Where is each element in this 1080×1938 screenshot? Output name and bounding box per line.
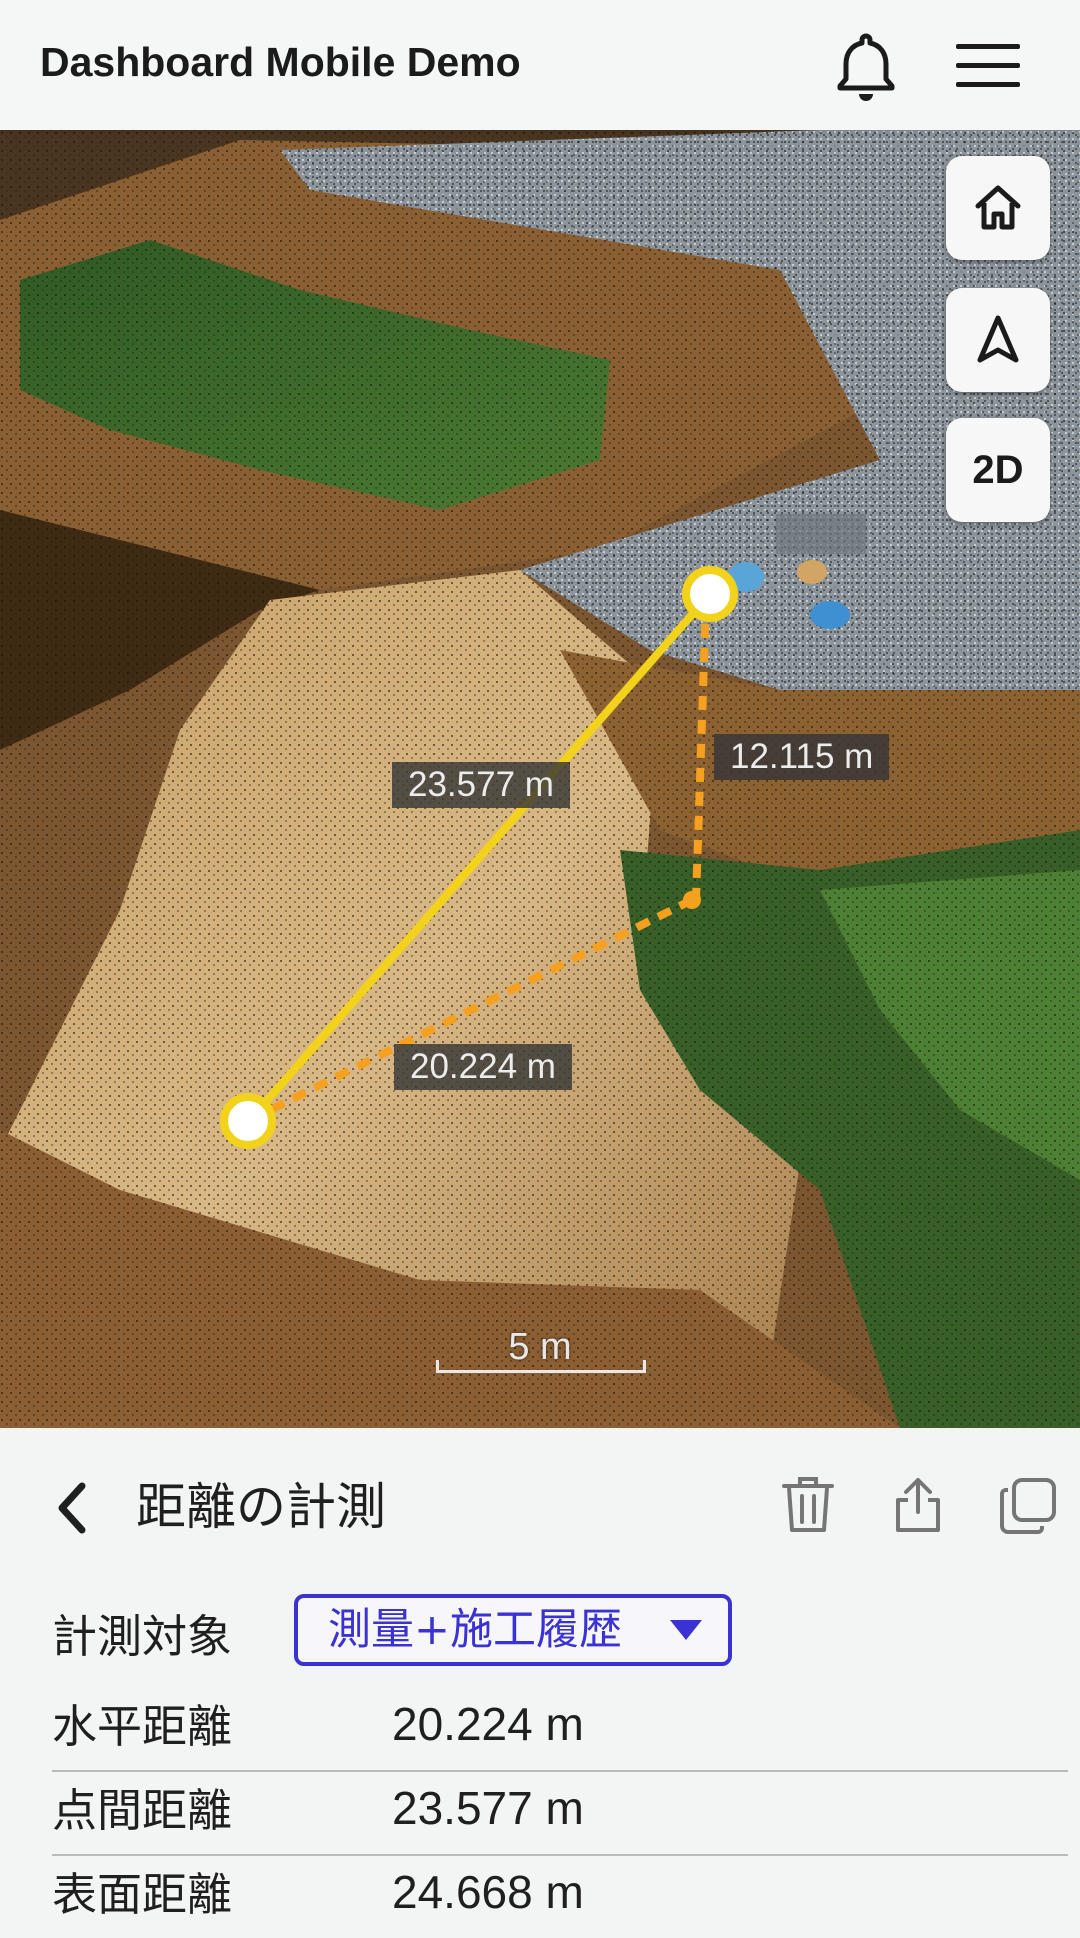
delete-button[interactable] [778,1474,838,1536]
result-value: 20.224 m [392,1698,584,1750]
view-mode-toggle-button[interactable]: 2D [946,418,1050,522]
result-row-point-to-point: 点間距離 23.577 m [52,1770,1068,1856]
result-row-horizontal: 水平距離 20.224 m [52,1686,1068,1772]
start-point-marker [220,1093,276,1149]
chevron-left-icon [58,1482,86,1534]
horizontal-distance-label: 20.224 m [394,1044,572,1090]
result-label: 点間距離 [52,1784,233,1837]
copy-icon [1000,1478,1056,1534]
target-label: 計測対象 [52,1610,233,1663]
north-orientation-button[interactable] [946,288,1050,392]
trash-icon [782,1477,834,1532]
corner-point [683,891,701,909]
vertical-distance-label: 12.115 m [714,734,890,780]
end-point-marker [682,566,738,622]
measurement-target-select[interactable]: 測量+施工履歴 [294,1594,732,1666]
bell-icon[interactable] [828,28,904,104]
3d-map-view[interactable]: 2D 23.577 m 12.115 m 20.224 m 5 m [0,130,1080,1428]
back-button[interactable] [44,1478,104,1538]
target-select-value: 測量+施工履歴 [328,1605,623,1655]
result-label: 水平距離 [52,1700,233,1753]
result-value: 23.577 m [392,1782,584,1834]
home-button[interactable] [946,156,1050,260]
measurement-panel: 距離の計測 計測対象 測量+施工履歴 水平距離 20.224 m 点間距離 23… [0,1428,1080,1921]
scale-bar-line [436,1360,646,1373]
result-row-surface: 表面距離 24.668 m [52,1854,1068,1938]
home-icon [975,185,1021,230]
share-button[interactable] [888,1474,948,1536]
panel-title: 距離の計測 [136,1478,386,1536]
navigation-arrow-icon [977,315,1019,363]
app-header: Dashboard Mobile Demo [0,0,1080,130]
result-value: 24.668 m [392,1866,584,1918]
result-label: 表面距離 [52,1868,233,1921]
copy-button[interactable] [998,1474,1058,1536]
share-icon [896,1478,940,1532]
map-scale-bar: 5 m [436,1326,646,1373]
caret-down-icon [670,1620,702,1640]
app-title: Dashboard Mobile Demo [40,39,521,85]
direct-distance-label: 23.577 m [392,762,570,808]
hamburger-menu-icon[interactable] [950,28,1026,104]
